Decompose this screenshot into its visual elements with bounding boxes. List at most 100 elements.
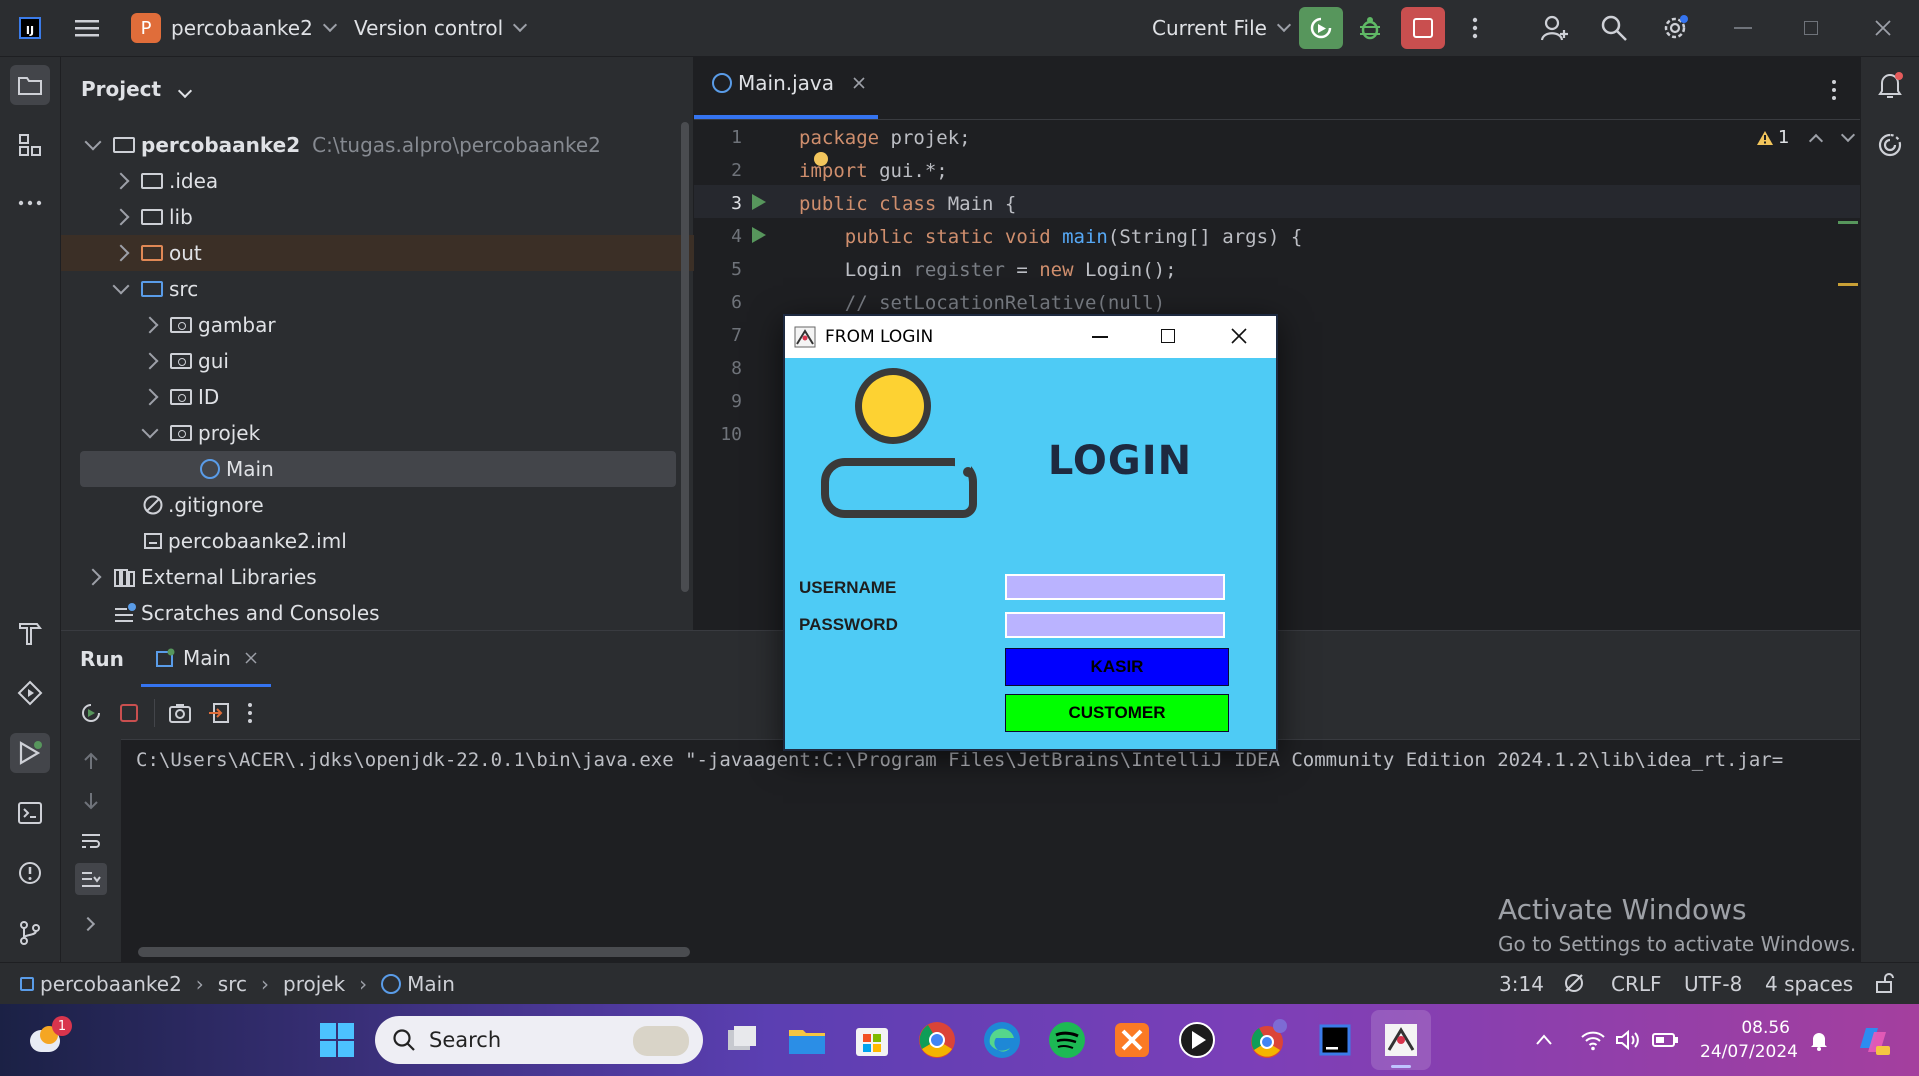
breadcrumb-item[interactable]: src — [218, 972, 247, 996]
run-gutter-icon[interactable] — [752, 194, 766, 210]
taskbar-search[interactable]: Search — [375, 1016, 703, 1064]
code-line-3[interactable]: public class Main { — [799, 193, 1016, 215]
tree-item-projek[interactable]: projek — [61, 415, 764, 451]
stop-icon[interactable] — [120, 704, 138, 722]
arrow-down-icon[interactable] — [81, 791, 101, 811]
tree-item-main[interactable]: Main — [80, 451, 676, 487]
file-explorer-button[interactable] — [785, 1018, 829, 1062]
tree-item-id[interactable]: ID — [61, 379, 764, 415]
terminal-tool-button[interactable] — [10, 793, 50, 833]
minimize-icon[interactable] — [1092, 336, 1108, 338]
code-line-4[interactable]: public static void main(String[] args) { — [799, 226, 1303, 248]
close-icon[interactable] — [245, 651, 257, 664]
caret-position[interactable]: 3:14 — [1499, 972, 1544, 996]
chrome-button[interactable] — [915, 1018, 959, 1062]
run-tool-button[interactable] — [10, 733, 50, 773]
rerun-button[interactable] — [1299, 0, 1343, 56]
run-tab-main[interactable]: Main — [141, 631, 271, 687]
notifications-button[interactable] — [1876, 71, 1904, 103]
tree-item-gambar[interactable]: gambar — [61, 307, 764, 343]
customer-button[interactable]: CUSTOMER — [1005, 694, 1229, 732]
project-panel-header[interactable]: Project — [81, 77, 193, 101]
line-separator[interactable]: CRLF — [1611, 972, 1662, 996]
breadcrumb-item[interactable]: Main — [407, 972, 455, 996]
ai-assistant-button[interactable] — [1876, 131, 1904, 163]
task-view-button[interactable] — [720, 1018, 764, 1062]
wifi-icon[interactable] — [1580, 1029, 1606, 1051]
chrome-profile-button[interactable] — [1245, 1018, 1289, 1062]
unlock-icon[interactable] — [1874, 972, 1896, 994]
stop-button[interactable] — [1401, 0, 1445, 56]
intellij-taskbar-button[interactable] — [1313, 1018, 1357, 1062]
services-tool-button[interactable] — [10, 673, 50, 713]
chevron-up-icon[interactable] — [1534, 1033, 1554, 1047]
taskbar-clock[interactable]: 08.56 24/07/2024 — [1700, 1016, 1798, 1064]
camera-icon[interactable] — [168, 702, 192, 724]
expand-icon[interactable] — [80, 916, 96, 932]
vcs-menu[interactable]: Version control — [354, 0, 528, 56]
indent-setting[interactable]: 4 spaces — [1765, 972, 1853, 996]
search-everywhere-button[interactable] — [1600, 0, 1628, 56]
settings-button[interactable] — [1660, 0, 1690, 56]
code-line-5[interactable]: Login register = new Login(); — [799, 259, 1177, 281]
tree-item-out[interactable]: out — [61, 235, 745, 271]
project-tool-button[interactable] — [10, 65, 50, 105]
tree-item-lib[interactable]: lib — [61, 199, 735, 235]
exit-icon[interactable] — [208, 702, 230, 724]
inspection-widget[interactable]: 1 — [1756, 127, 1856, 148]
structure-tool-button[interactable] — [10, 125, 50, 165]
run-gutter-icon[interactable] — [752, 227, 766, 243]
tree-item-iml[interactable]: percobaanke2.iml — [61, 523, 762, 559]
more-tools-button[interactable] — [10, 183, 50, 223]
restore-button[interactable] — [1804, 0, 1818, 56]
arrow-up-icon[interactable] — [81, 751, 101, 771]
username-field[interactable] — [1005, 574, 1225, 600]
code-line-2[interactable]: import gui.*; — [799, 160, 948, 182]
more-actions-button[interactable] — [1472, 0, 1478, 56]
media-player-button[interactable] — [1175, 1018, 1219, 1062]
more-vertical-icon[interactable] — [1831, 79, 1837, 101]
breadcrumb-item[interactable]: percobaanke2 — [40, 972, 182, 996]
volume-icon[interactable] — [1615, 1029, 1641, 1051]
previous-highlight-icon[interactable] — [1809, 133, 1824, 148]
spotify-button[interactable] — [1045, 1018, 1089, 1062]
problems-tool-button[interactable] — [10, 853, 50, 893]
code-line-6[interactable]: // setLocationRelative(null) — [799, 292, 1165, 314]
maximize-icon[interactable] — [1161, 329, 1175, 343]
soft-wrap-icon[interactable] — [80, 831, 102, 851]
project-switcher[interactable]: P percobaanke2 — [131, 0, 337, 56]
minimize-button[interactable] — [1734, 0, 1752, 56]
console-output[interactable]: C:\Users\ACER\.jdks\openjdk-22.0.1\bin\j… — [136, 749, 1783, 771]
git-tool-button[interactable] — [10, 913, 50, 953]
tree-item-src[interactable]: src — [61, 271, 735, 307]
tree-item-root[interactable]: percobaanke2 C:\tugas.alpro\percobaanke2 — [61, 127, 707, 163]
password-field[interactable] — [1005, 612, 1225, 638]
kasir-button[interactable]: KASIR — [1005, 648, 1229, 686]
xampp-button[interactable] — [1110, 1018, 1154, 1062]
more-vertical-icon[interactable] — [247, 702, 253, 724]
copilot-icon[interactable] — [1852, 1020, 1892, 1060]
close-icon[interactable] — [852, 76, 866, 90]
tab-main-java[interactable]: Main.java — [712, 71, 866, 95]
project-scrollbar[interactable] — [681, 122, 689, 592]
main-menu-button[interactable] — [74, 0, 100, 56]
edge-button[interactable] — [980, 1018, 1024, 1062]
tree-item-gui[interactable]: gui — [61, 343, 764, 379]
store-button[interactable] — [850, 1018, 894, 1062]
notification-bell-icon[interactable] — [1808, 1028, 1830, 1052]
tree-item-scratches[interactable]: Scratches and Consoles — [61, 595, 733, 631]
run-config-selector[interactable]: Current File — [1152, 0, 1292, 56]
close-window-button[interactable] — [1874, 0, 1892, 56]
tree-item-idea[interactable]: .idea — [61, 163, 735, 199]
no-inspection-icon[interactable] — [1563, 972, 1585, 994]
start-button[interactable] — [315, 1018, 359, 1062]
breadcrumb-item[interactable]: projek — [283, 972, 345, 996]
next-highlight-icon[interactable] — [1841, 127, 1856, 142]
close-icon[interactable] — [1231, 328, 1247, 344]
code-line-1[interactable]: package projek; — [799, 127, 971, 149]
rerun-icon[interactable] — [79, 701, 103, 725]
build-tool-button[interactable] — [10, 613, 50, 653]
scroll-to-end-button[interactable] — [75, 863, 107, 895]
console-horizontal-scrollbar[interactable] — [138, 947, 690, 957]
java-app-taskbar-button[interactable] — [1371, 1010, 1431, 1070]
